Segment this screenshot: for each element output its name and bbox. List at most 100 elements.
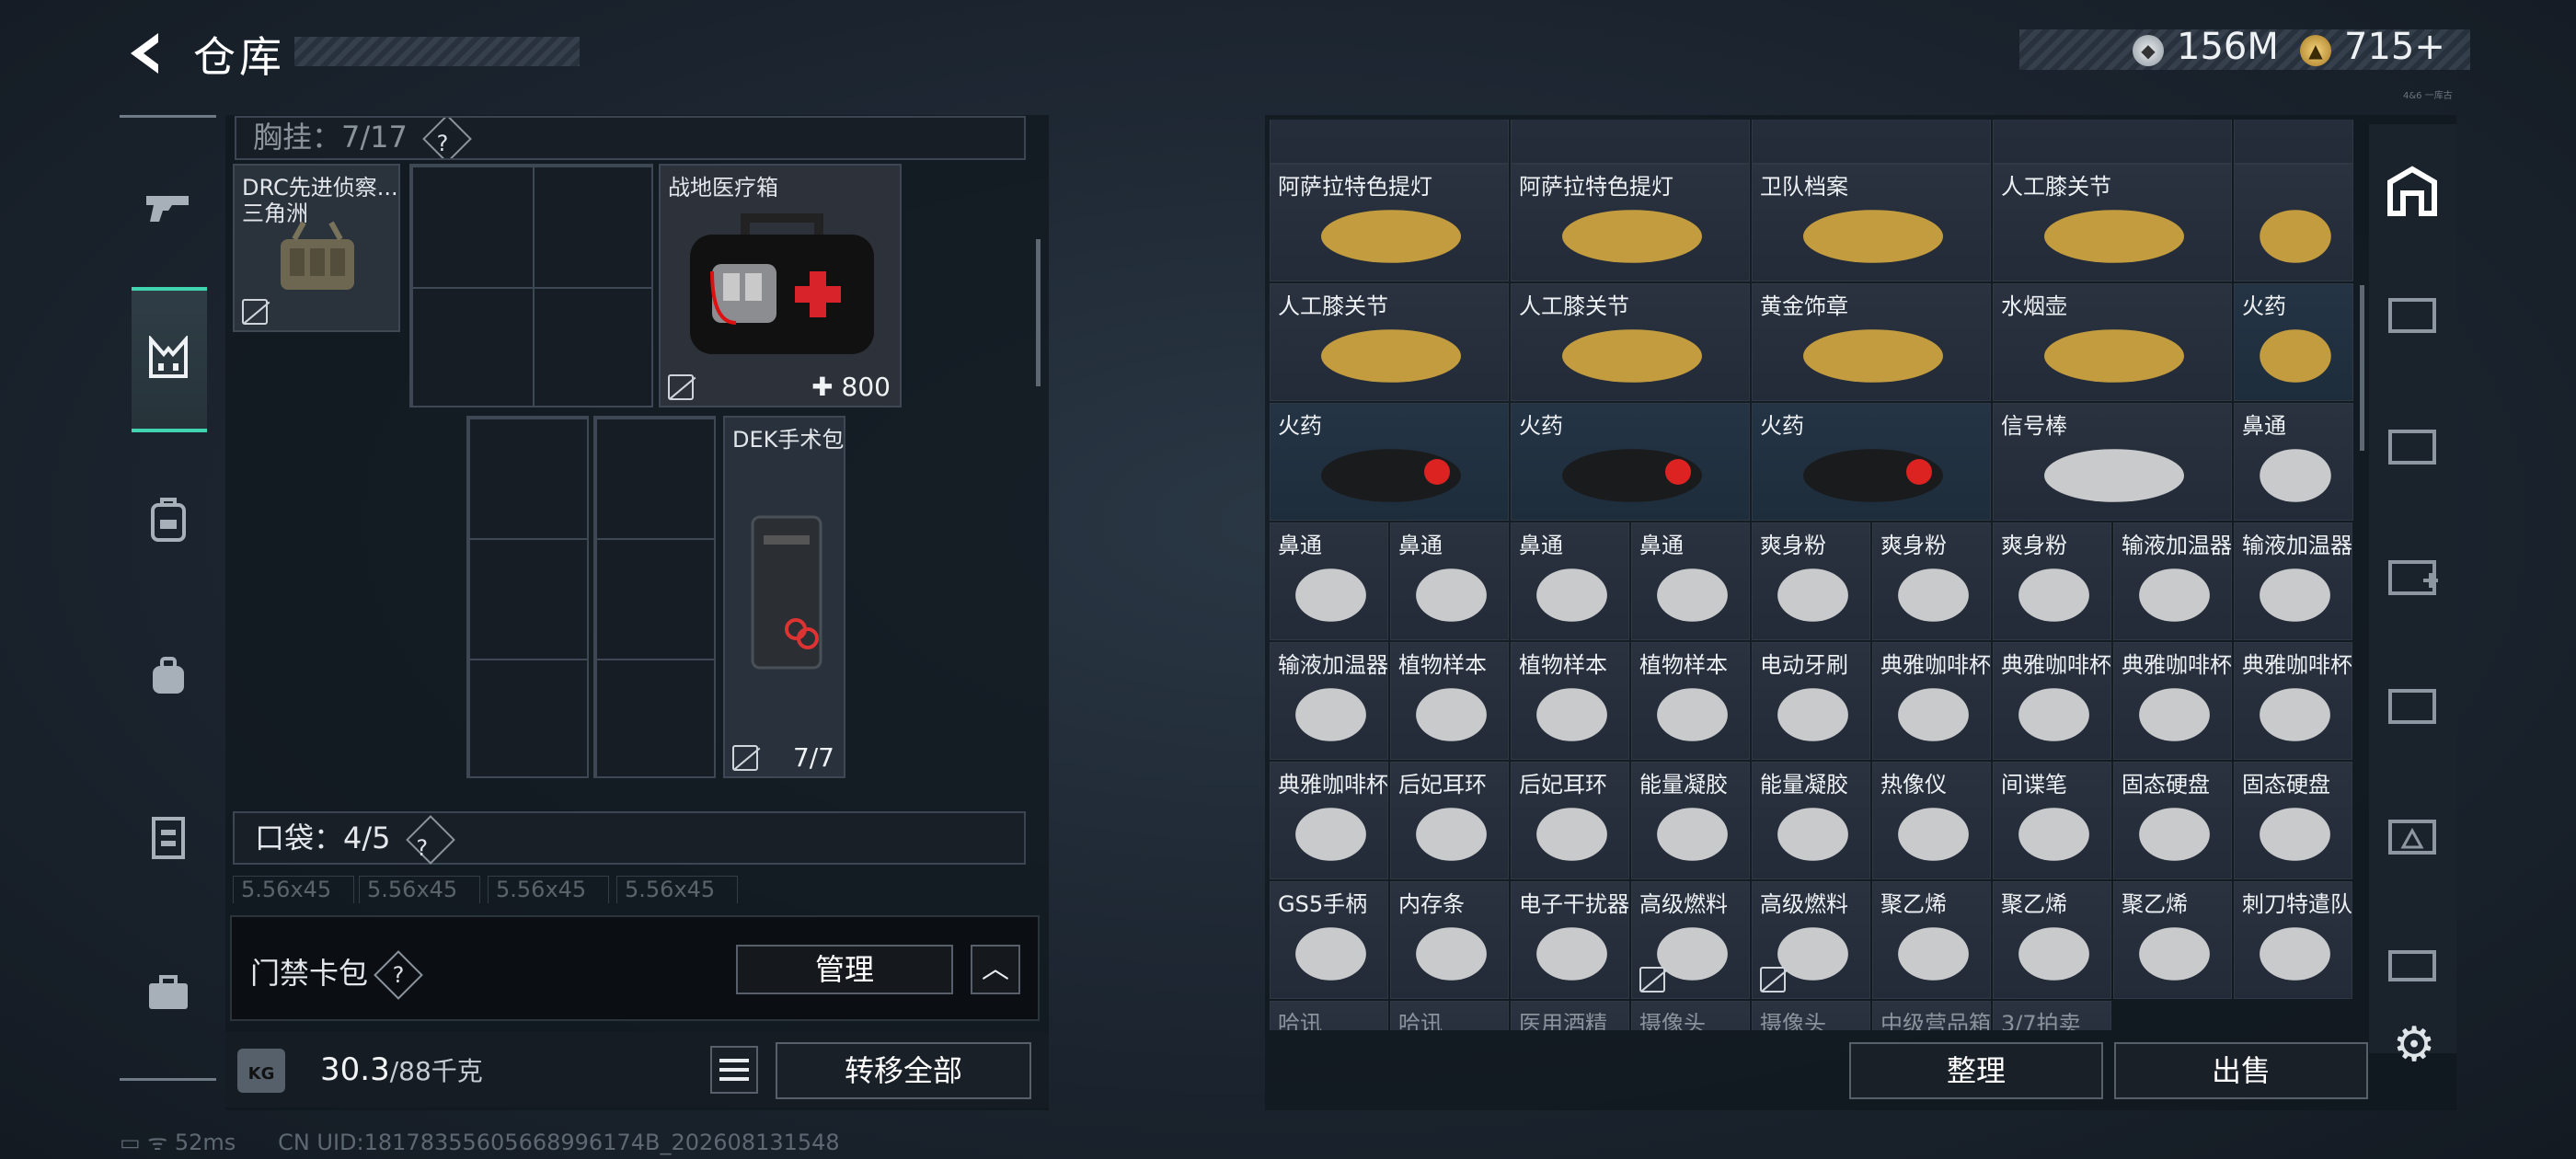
warehouse-item[interactable]: 鼻通 — [1631, 522, 1750, 640]
warehouse-item[interactable]: 热像仪 — [1872, 762, 1991, 879]
warehouse-item[interactable]: 卫队档案 — [1752, 164, 1991, 281]
warehouse-item[interactable]: 鼻通 — [1511, 522, 1629, 640]
warehouse-item[interactable]: 火药 — [1752, 403, 1991, 521]
warehouse-item[interactable]: 高级燃料 — [1631, 881, 1750, 999]
chest-rig-item[interactable]: DRC先进侦察... 三角洲 — [233, 164, 400, 332]
warehouse-item[interactable]: GS5手柄 — [1270, 881, 1388, 999]
warehouse-item[interactable]: 阿萨拉特色提灯 — [1511, 164, 1750, 281]
warehouse-item[interactable]: 能量凝胶 — [1752, 762, 1870, 879]
backpack-category-icon[interactable] — [127, 469, 210, 570]
warehouse-tab-icon[interactable] — [2379, 281, 2445, 347]
warehouse-item[interactable]: 爽身粉 — [1993, 522, 2111, 640]
warehouse-item[interactable]: 聚乙烯 — [1872, 881, 1991, 999]
surgical-kit-item[interactable]: DEK手术包 7/7 — [723, 416, 845, 778]
warehouse-item[interactable] — [2234, 120, 2353, 164]
warehouse-item[interactable]: 信号棒 — [1993, 403, 2232, 521]
warehouse-item[interactable]: 摄像头 — [1752, 1001, 1870, 1030]
warehouse-item[interactable]: 鼻通 — [2234, 403, 2353, 521]
chevron-up-icon[interactable]: ︿ — [971, 945, 1020, 994]
warehouse-item[interactable]: 3/7拍卖 — [1993, 1001, 2111, 1030]
warehouse-item[interactable]: 输液加温器 — [2113, 522, 2232, 640]
warehouse-item[interactable] — [2234, 164, 2353, 281]
warehouse-item[interactable]: 间谍笔 — [1993, 762, 2111, 879]
warehouse-main-icon[interactable] — [2379, 158, 2445, 224]
warehouse-item[interactable] — [1993, 120, 2232, 164]
warehouse-item[interactable]: 固态硬盘 — [2113, 762, 2232, 879]
container-category-icon[interactable] — [127, 786, 210, 888]
warehouse-item[interactable]: 爽身粉 — [1872, 522, 1991, 640]
warehouse-item[interactable]: 典雅咖啡杯 — [1872, 642, 1991, 760]
back-arrow-icon[interactable] — [120, 26, 175, 81]
ammo-slot[interactable]: 5.56x45 — [616, 876, 738, 903]
warehouse-tab-icon[interactable] — [2379, 412, 2445, 478]
warehouse-item[interactable]: 人工膝关节 — [1511, 283, 1750, 401]
warehouse-item[interactable]: 摄像头 — [1631, 1001, 1750, 1030]
warehouse-item[interactable]: 阿萨拉特色提灯 — [1270, 164, 1509, 281]
warehouse-item[interactable]: 黄金饰章 — [1752, 283, 1991, 401]
warehouse-item[interactable]: 输液加温器 — [2234, 522, 2352, 640]
warehouse-item[interactable]: 典雅咖啡杯 — [1270, 762, 1388, 879]
weapon-category-icon[interactable] — [127, 156, 210, 258]
warehouse-item[interactable]: 水烟壶 — [1993, 283, 2232, 401]
warehouse-item[interactable]: 内存条 — [1390, 881, 1509, 999]
warehouse-item[interactable]: 典雅咖啡杯 — [1993, 642, 2111, 760]
chest-rig-category-icon[interactable] — [127, 308, 210, 409]
warehouse-item[interactable]: 中级营品箱 — [1872, 1001, 1991, 1030]
warehouse-item[interactable]: 爽身粉 — [1752, 522, 1870, 640]
warehouse-item[interactable]: 植物样本 — [1390, 642, 1509, 760]
warehouse-item[interactable]: 能量凝胶 — [1631, 762, 1750, 879]
warehouse-item[interactable]: 电子干扰器 — [1511, 881, 1629, 999]
currency-silver-value[interactable]: 156M — [2177, 26, 2279, 68]
manage-button[interactable]: 管理 — [736, 945, 953, 994]
pouch-slot-1[interactable] — [466, 416, 589, 778]
pouch-slot-2[interactable] — [593, 416, 716, 778]
warehouse-tab-icon[interactable] — [2379, 929, 2445, 995]
warehouse-item[interactable]: 火药 — [2234, 283, 2353, 401]
pouch-category-icon[interactable] — [127, 625, 210, 727]
currency-gold-value[interactable]: 715+ — [2344, 26, 2445, 68]
warehouse-item[interactable]: 人工膝关节 — [1993, 164, 2232, 281]
warehouse-tab-icon[interactable] — [2379, 671, 2445, 738]
warehouse-item[interactable]: 输液加温器 — [1270, 642, 1388, 760]
chest-slot-grid[interactable] — [409, 164, 653, 407]
sell-button[interactable]: 出售 — [2114, 1042, 2368, 1099]
ammo-slot[interactable]: 5.56x45 — [359, 876, 480, 903]
warehouse-item[interactable]: 典雅咖啡杯 — [2234, 642, 2352, 760]
warehouse-item[interactable]: 哈讯 — [1390, 1001, 1509, 1030]
warehouse-item[interactable]: 典雅咖啡杯 — [2113, 642, 2232, 760]
right-scrollbar[interactable] — [2360, 285, 2364, 451]
warehouse-item[interactable]: 后妃耳环 — [1390, 762, 1509, 879]
warehouse-tab-icon[interactable] — [2379, 802, 2445, 868]
warehouse-tab-icon[interactable] — [2379, 543, 2445, 609]
warehouse-item[interactable]: 鼻通 — [1270, 522, 1388, 640]
ammo-slot[interactable]: 5.56x45 — [233, 876, 354, 903]
warehouse-item[interactable]: 医用酒精 — [1511, 1001, 1629, 1030]
warehouse-item[interactable]: 后妃耳环 — [1511, 762, 1629, 879]
transfer-all-button[interactable]: 转移全部 — [776, 1042, 1031, 1099]
case-category-icon[interactable] — [127, 943, 210, 1044]
warehouse-item[interactable]: 哈讯 — [1270, 1001, 1388, 1030]
gear-icon[interactable]: ⚙ — [2386, 1016, 2443, 1073]
pocket-help-icon[interactable]: ? — [405, 815, 455, 865]
warehouse-item[interactable]: 电动牙刷 — [1752, 642, 1870, 760]
warehouse-item[interactable]: 植物样本 — [1631, 642, 1750, 760]
chest-help-icon[interactable]: ? — [422, 118, 472, 158]
warehouse-item[interactable] — [1511, 120, 1750, 164]
warehouse-item[interactable] — [1270, 120, 1509, 164]
warehouse-item[interactable]: 火药 — [1511, 403, 1750, 521]
warehouse-item[interactable]: 人工膝关节 — [1270, 283, 1509, 401]
warehouse-item[interactable]: 刺刀特遣队 — [2234, 881, 2352, 999]
keycard-help-icon[interactable]: ? — [374, 950, 423, 1000]
warehouse-item[interactable]: 固态硬盘 — [2234, 762, 2352, 879]
ammo-slot[interactable]: 5.56x45 — [488, 876, 609, 903]
medkit-item[interactable]: 战地医疗箱 ✚ 800 — [659, 164, 902, 407]
warehouse-item[interactable]: 植物样本 — [1511, 642, 1629, 760]
warehouse-item[interactable] — [1752, 120, 1991, 164]
warehouse-item[interactable]: 火药 — [1270, 403, 1509, 521]
warehouse-item[interactable]: 鼻通 — [1390, 522, 1509, 640]
warehouse-item[interactable]: 高级燃料 — [1752, 881, 1870, 999]
list-icon[interactable] — [710, 1046, 758, 1094]
warehouse-item[interactable]: 聚乙烯 — [2113, 881, 2232, 999]
warehouse-item[interactable]: 聚乙烯 — [1993, 881, 2111, 999]
sort-button[interactable]: 整理 — [1849, 1042, 2103, 1099]
